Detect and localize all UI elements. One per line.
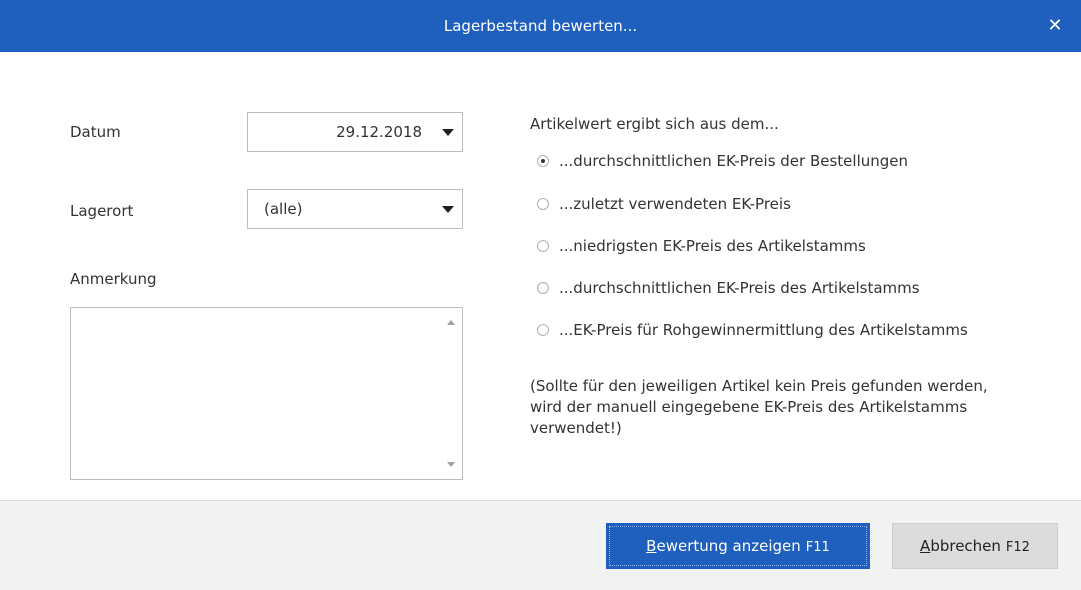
datum-label: Datum xyxy=(70,123,121,141)
primary-mnemonic: B xyxy=(646,537,657,555)
valuation-heading: Artikelwert ergibt sich aus dem... xyxy=(530,115,779,133)
radio-button-3[interactable] xyxy=(537,240,549,252)
radio-button-2[interactable] xyxy=(537,198,549,210)
radio-button-1[interactable] xyxy=(537,155,549,167)
close-icon[interactable]: ✕ xyxy=(1029,0,1081,52)
chevron-down-icon[interactable] xyxy=(442,206,454,213)
radio-label-3: ...niedrigsten EK-Preis des Artikelstamm… xyxy=(559,237,866,255)
datum-picker[interactable]: 29.12.2018 xyxy=(247,112,463,152)
cancel-button[interactable]: Abbrechen F12 xyxy=(892,523,1058,569)
primary-shortcut: F11 xyxy=(805,540,830,555)
cancel-mnemonic: A xyxy=(920,537,931,555)
cancel-label: bbrechen xyxy=(930,537,1001,555)
footer-bar: Bewertung anzeigen F11 Abbrechen F12 xyxy=(0,500,1081,590)
radio-label-2: ...zuletzt verwendeten EK-Preis xyxy=(559,195,791,213)
scroll-down-icon[interactable] xyxy=(444,457,459,472)
radio-label-1: ...durchschnittlichen EK-Preis der Beste… xyxy=(559,152,909,170)
cancel-shortcut: F12 xyxy=(1005,540,1030,555)
anmerkung-textarea[interactable] xyxy=(70,307,463,480)
fallback-note: (Sollte für den jeweiligen Artikel kein … xyxy=(530,377,988,437)
datum-value: 29.12.2018 xyxy=(336,123,422,141)
textarea-scrollbar[interactable] xyxy=(442,309,461,478)
radio-label-5: ...EK-Preis für Rohgewinnermittlung des … xyxy=(559,321,968,339)
show-valuation-button[interactable]: Bewertung anzeigen F11 xyxy=(606,523,870,569)
title-bar: Lagerbestand bewerten... ✕ xyxy=(0,0,1081,52)
scroll-up-icon[interactable] xyxy=(444,315,459,330)
lagerort-label: Lagerort xyxy=(70,202,134,220)
radio-label-4: ...durchschnittlichen EK-Preis des Artik… xyxy=(559,279,920,297)
anmerkung-label: Anmerkung xyxy=(70,270,157,288)
radio-button-4[interactable] xyxy=(537,282,549,294)
radio-button-5[interactable] xyxy=(537,324,549,336)
chevron-down-icon[interactable] xyxy=(442,129,454,136)
primary-label: ewertung anzeigen xyxy=(656,537,801,555)
window-title: Lagerbestand bewerten... xyxy=(443,17,638,35)
lagerort-select[interactable]: (alle) xyxy=(247,189,463,229)
lagerort-value: (alle) xyxy=(264,200,303,218)
